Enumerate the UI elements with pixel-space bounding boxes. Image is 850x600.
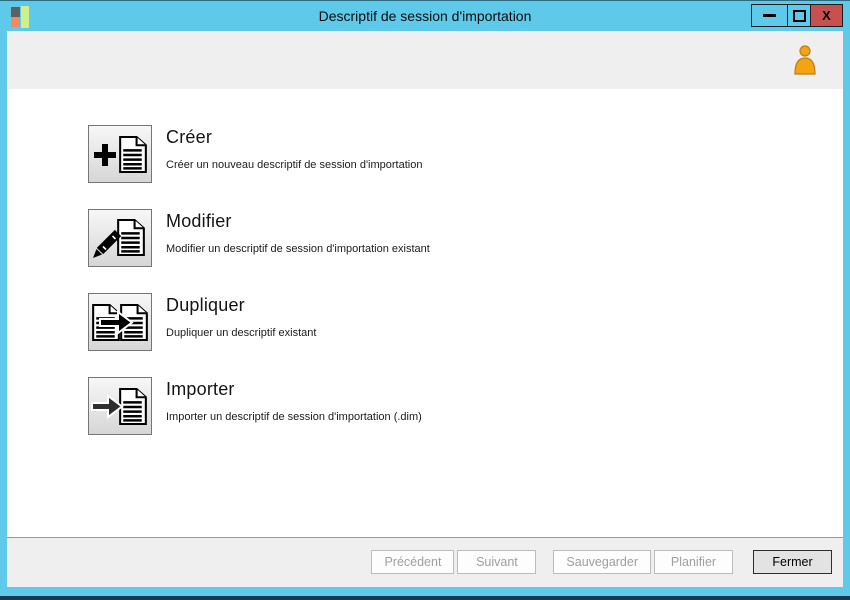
action-text: Importer Importer un descriptif de sessi… bbox=[166, 377, 422, 423]
new-document-icon bbox=[94, 136, 147, 173]
action-title: Importer bbox=[166, 379, 235, 399]
action-description: Importer un descriptif de session d'impo… bbox=[166, 411, 422, 423]
dialog-body: Créer Créer un nouveau descriptif de ses… bbox=[7, 31, 843, 587]
action-text: Dupliquer Dupliquer un descriptif exista… bbox=[166, 293, 316, 339]
import-button[interactable] bbox=[88, 377, 152, 435]
import-document-icon bbox=[91, 388, 147, 425]
minimize-icon bbox=[763, 14, 776, 17]
footer-buttons: Précédent Suivant Sauvegarder Planifier … bbox=[371, 550, 832, 574]
action-description: Modifier un descriptif de session d'impo… bbox=[166, 243, 430, 255]
window-bottom-edge bbox=[0, 596, 850, 600]
user-icon[interactable] bbox=[791, 44, 819, 76]
action-duplicate[interactable]: Dupliquer Dupliquer un descriptif exista… bbox=[88, 293, 813, 351]
minimize-button[interactable] bbox=[751, 4, 787, 27]
window-controls: X bbox=[751, 4, 843, 27]
close-dialog-button[interactable]: Fermer bbox=[753, 550, 832, 574]
action-description: Dupliquer un descriptif existant bbox=[166, 327, 317, 339]
edit-button[interactable] bbox=[88, 209, 152, 267]
duplicate-document-icon bbox=[92, 304, 148, 341]
action-create[interactable]: Créer Créer un nouveau descriptif de ses… bbox=[88, 125, 813, 183]
action-edit[interactable]: Modifier Modifier un descriptif de sessi… bbox=[88, 209, 813, 267]
window-title: Descriptif de session d'importation bbox=[318, 8, 532, 24]
maximize-icon bbox=[792, 9, 806, 22]
previous-button[interactable]: Précédent bbox=[371, 550, 455, 574]
action-text: Modifier Modifier un descriptif de sessi… bbox=[166, 209, 430, 255]
action-import[interactable]: Importer Importer un descriptif de sessi… bbox=[88, 377, 813, 435]
header-strip bbox=[7, 31, 843, 89]
action-description: Créer un nouveau descriptif de session d… bbox=[166, 159, 423, 171]
title-bar: Descriptif de session d'importation X bbox=[0, 2, 850, 31]
next-button[interactable]: Suivant bbox=[457, 550, 537, 574]
action-title: Modifier bbox=[166, 211, 232, 231]
footer-bar: Précédent Suivant Sauvegarder Planifier … bbox=[7, 537, 843, 587]
create-button[interactable] bbox=[88, 125, 152, 183]
close-icon: X bbox=[822, 8, 831, 23]
action-title: Créer bbox=[166, 127, 213, 147]
schedule-button[interactable]: Planifier bbox=[654, 550, 733, 574]
action-list: Créer Créer un nouveau descriptif de ses… bbox=[88, 125, 813, 461]
maximize-button[interactable] bbox=[787, 4, 811, 27]
save-button[interactable]: Sauvegarder bbox=[553, 550, 651, 574]
action-title: Dupliquer bbox=[166, 295, 245, 315]
close-button[interactable]: X bbox=[811, 4, 843, 27]
duplicate-button[interactable] bbox=[88, 293, 152, 351]
dialog-window: Descriptif de session d'importation X Cr… bbox=[0, 0, 850, 600]
action-text: Créer Créer un nouveau descriptif de ses… bbox=[166, 125, 422, 171]
edit-document-icon bbox=[93, 219, 145, 258]
person-icon bbox=[794, 45, 816, 75]
